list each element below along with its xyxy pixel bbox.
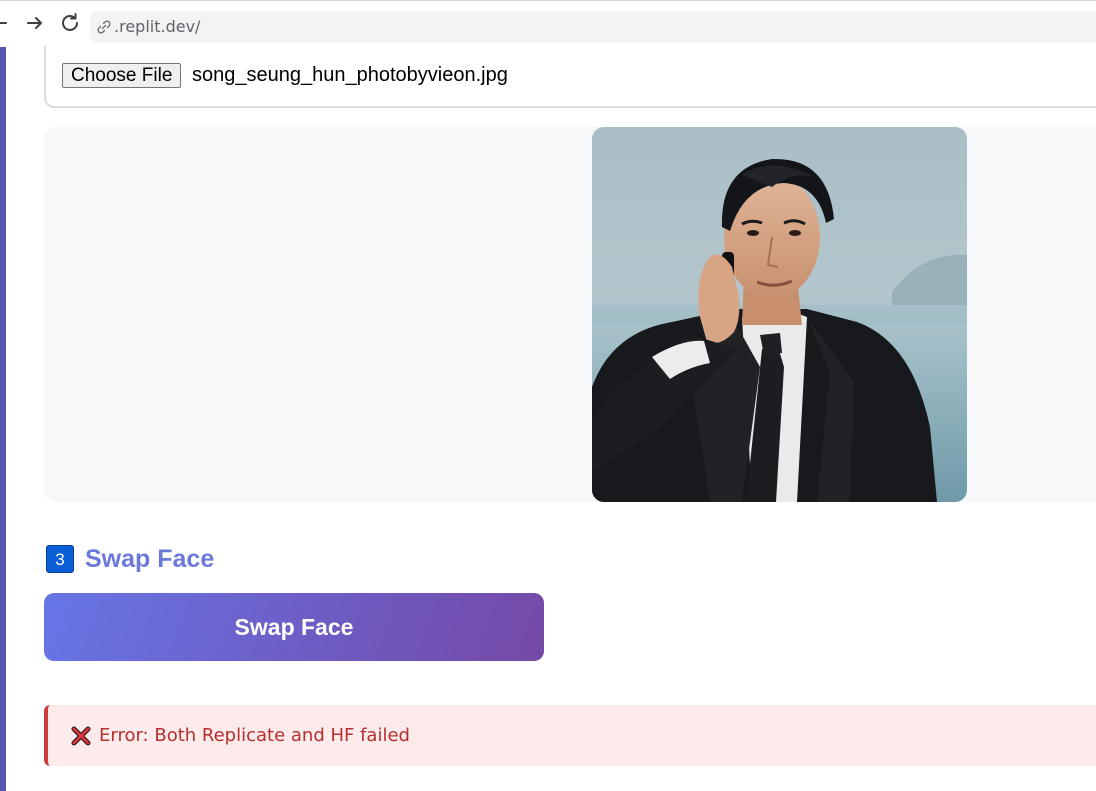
browser-toolbar: .replit.dev/ xyxy=(0,0,1096,47)
error-message: Error: Both Replicate and HF failed xyxy=(99,725,410,746)
url-text: .replit.dev/ xyxy=(114,17,201,36)
uploaded-photo-preview xyxy=(592,127,967,502)
error-alert: Error: Both Replicate and HF failed xyxy=(44,705,1096,766)
forward-button[interactable] xyxy=(21,9,49,37)
choose-file-button[interactable]: Choose File xyxy=(62,63,182,88)
step-number-badge: 3 xyxy=(46,545,74,573)
swap-face-section-heading: 3 Swap Face xyxy=(46,543,214,575)
file-upload-card: Choose File song_seung_hun_photobyvieon.… xyxy=(44,46,1096,108)
sidebar-accent-bar xyxy=(0,47,6,791)
reload-icon xyxy=(62,13,78,31)
back-button[interactable] xyxy=(0,9,14,37)
cross-mark-icon xyxy=(71,726,91,745)
section-title: Swap Face xyxy=(85,544,215,573)
portrait-photo-image xyxy=(592,127,967,502)
link-icon xyxy=(97,20,111,34)
selected-file-name: song_seung_hun_photobyvieon.jpg xyxy=(192,64,508,86)
forward-arrow-icon xyxy=(27,17,43,29)
address-bar[interactable]: .replit.dev/ xyxy=(90,11,1096,43)
back-arrow-icon xyxy=(0,22,7,24)
reload-button[interactable] xyxy=(56,9,84,37)
image-preview-area xyxy=(44,127,1096,502)
swap-face-button[interactable]: Swap Face xyxy=(44,593,544,661)
